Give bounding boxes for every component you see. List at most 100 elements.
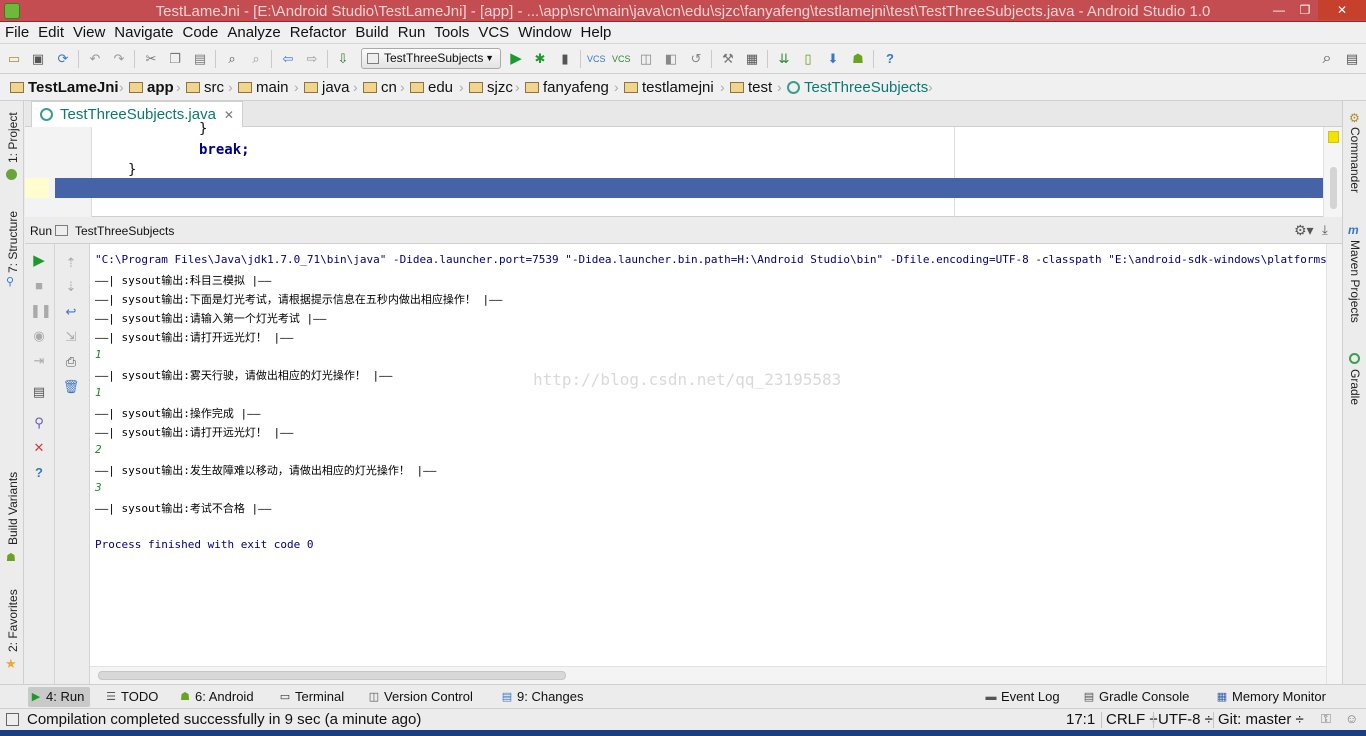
tool-favorites[interactable]: 2: Favorites bbox=[6, 589, 20, 652]
up-icon[interactable]: ⇡ bbox=[62, 254, 80, 272]
exit-icon[interactable]: ⇥ bbox=[30, 352, 48, 370]
down-icon[interactable]: ⇣ bbox=[62, 278, 80, 296]
console-vertical-scrollbar[interactable] bbox=[1326, 244, 1342, 684]
search-everywhere-icon[interactable]: ⌕ bbox=[1318, 50, 1336, 68]
save-icon[interactable]: ▣ bbox=[29, 50, 47, 68]
breadcrumb-class[interactable]: TestThreeSubjects bbox=[787, 78, 928, 97]
breadcrumb-app[interactable]: app bbox=[129, 78, 174, 97]
breadcrumb-edu[interactable]: edu bbox=[410, 78, 453, 97]
restore-layout-icon[interactable]: ▤ bbox=[30, 383, 48, 401]
tool-build-variants[interactable]: Build Variants bbox=[6, 472, 20, 545]
sdk-manager-icon[interactable]: ▦ bbox=[743, 50, 761, 68]
breadcrumb-test[interactable]: test bbox=[730, 78, 772, 97]
find-icon[interactable]: ⌕ bbox=[223, 50, 241, 68]
menu-file[interactable]: File bbox=[1, 22, 33, 43]
scroll-to-end-icon[interactable]: ⇲ bbox=[62, 328, 80, 346]
menu-window[interactable]: Window bbox=[514, 22, 575, 43]
tab-memory-monitor[interactable]: ▦ Memory Monitor bbox=[1214, 687, 1326, 707]
warning-marker[interactable] bbox=[1328, 131, 1339, 143]
avd-manager-icon[interactable]: ▯ bbox=[799, 50, 817, 68]
line-separator[interactable]: CRLF ÷ bbox=[1106, 711, 1158, 728]
scroll-thumb[interactable] bbox=[1330, 167, 1337, 209]
dump-threads-icon[interactable]: ◉ bbox=[30, 327, 48, 345]
vcs-revert-icon[interactable]: ↺ bbox=[687, 50, 705, 68]
restore-button[interactable]: ❐ bbox=[1292, 0, 1318, 20]
git-branch[interactable]: Git: master ÷ bbox=[1218, 711, 1304, 728]
tab-version-control[interactable]: ◫ Version Control bbox=[366, 687, 473, 707]
tool-project[interactable]: 1: Project bbox=[6, 112, 20, 163]
help-icon[interactable]: ? bbox=[881, 50, 899, 68]
editor-scrollbar[interactable] bbox=[1323, 127, 1342, 217]
project-structure-icon[interactable]: ⚒ bbox=[719, 50, 737, 68]
settings-icon[interactable]: ▤ bbox=[1343, 50, 1361, 68]
soft-wrap-icon[interactable]: ↩ bbox=[62, 303, 80, 321]
menu-view[interactable]: View bbox=[69, 22, 109, 43]
lock-icon[interactable]: ⚿ bbox=[1321, 711, 1331, 727]
tab-event-log[interactable]: ▬ Event Log bbox=[983, 687, 1060, 707]
redo-icon[interactable]: ↷ bbox=[110, 50, 128, 68]
vcs-update-icon[interactable]: VCS bbox=[587, 50, 606, 68]
menu-vcs[interactable]: VCS bbox=[474, 22, 513, 43]
make-icon[interactable]: ⇩ bbox=[334, 50, 352, 68]
tab-gradle-console[interactable]: ▤ Gradle Console bbox=[1081, 687, 1190, 707]
scroll-thumb[interactable] bbox=[98, 671, 566, 680]
gear-icon[interactable]: ⚙▾ bbox=[1294, 222, 1314, 239]
close-button[interactable]: ✕ bbox=[1318, 0, 1366, 20]
menu-refactor[interactable]: Refactor bbox=[286, 22, 351, 43]
menu-edit[interactable]: Edit bbox=[34, 22, 68, 43]
help-icon[interactable]: ? bbox=[30, 464, 48, 482]
pause-icon[interactable]: ❚❚ bbox=[30, 302, 52, 320]
breadcrumb-java[interactable]: java bbox=[304, 78, 350, 97]
tool-maven-projects[interactable]: Maven Projects bbox=[1348, 240, 1362, 323]
caret-position[interactable]: 17:1 bbox=[1066, 711, 1095, 728]
cut-icon[interactable]: ✂ bbox=[142, 50, 160, 68]
tab-changes[interactable]: ▤ 9: Changes bbox=[499, 687, 584, 707]
paste-icon[interactable]: ▤ bbox=[191, 50, 209, 68]
back-icon[interactable]: ⇦ bbox=[279, 50, 297, 68]
copy-icon[interactable]: ❐ bbox=[166, 50, 184, 68]
print-icon[interactable]: ⎙ bbox=[62, 353, 80, 371]
clear-all-icon[interactable]: 🗑 bbox=[62, 378, 80, 396]
android-device-monitor-icon[interactable]: ☗ bbox=[849, 50, 867, 68]
breadcrumb-src[interactable]: src bbox=[186, 78, 224, 97]
menu-code[interactable]: Code bbox=[178, 22, 222, 43]
breadcrumb-sjzc[interactable]: sjzc bbox=[469, 78, 513, 97]
menu-tools[interactable]: Tools bbox=[430, 22, 473, 43]
breadcrumb-project[interactable]: TestLameJni bbox=[10, 78, 119, 97]
tool-structure[interactable]: 7: Structure bbox=[6, 211, 20, 273]
run-config-selector[interactable]: TestThreeSubjects ▼ bbox=[361, 48, 501, 69]
pin-tab-icon[interactable]: ⚲ bbox=[30, 414, 48, 432]
close-tab-icon[interactable]: ✕ bbox=[224, 108, 234, 122]
debug-icon[interactable]: ✱ bbox=[531, 50, 549, 68]
sdk-download-icon[interactable]: ⬇ bbox=[824, 50, 842, 68]
tab-todo[interactable]: ☰ TODO bbox=[103, 687, 158, 707]
run-console[interactable]: http://blog.csdn.net/qq_23195583 "C:\Pro… bbox=[90, 244, 1326, 666]
rerun-icon[interactable]: ▶ bbox=[30, 252, 48, 270]
breadcrumb-main[interactable]: main bbox=[238, 78, 289, 97]
tool-gradle[interactable]: Gradle bbox=[1348, 369, 1362, 405]
minimize-button[interactable]: — bbox=[1266, 0, 1292, 20]
hide-icon[interactable]: ⤓ bbox=[1322, 222, 1328, 238]
tool-commander[interactable]: Commander bbox=[1348, 127, 1362, 193]
breadcrumb-testlamejni[interactable]: testlamejni bbox=[624, 78, 714, 97]
breadcrumb-cn[interactable]: cn bbox=[363, 78, 397, 97]
vcs-commit-icon[interactable]: VCS bbox=[612, 50, 631, 68]
tool-windows-toggle-icon[interactable] bbox=[6, 713, 19, 726]
run-tab[interactable]: TestThreeSubjects bbox=[55, 224, 174, 238]
gradle-sync-icon[interactable]: ⇊ bbox=[775, 50, 793, 68]
sync-icon[interactable]: ⟳ bbox=[54, 50, 72, 68]
tab-terminal[interactable]: ▭ Terminal bbox=[277, 687, 344, 707]
file-encoding[interactable]: UTF-8 ÷ bbox=[1158, 711, 1213, 728]
forward-icon[interactable]: ⇨ bbox=[303, 50, 321, 68]
undo-icon[interactable]: ↶ bbox=[86, 50, 104, 68]
vcs-history-icon[interactable]: ◧ bbox=[662, 50, 680, 68]
run-icon[interactable]: ▶ bbox=[507, 50, 525, 68]
vcs-compare-icon[interactable]: ◫ bbox=[637, 50, 655, 68]
editor-tab[interactable]: TestThreeSubjects.java ✕ bbox=[31, 101, 243, 127]
open-icon[interactable]: ▭ bbox=[5, 50, 23, 68]
menu-run[interactable]: Run bbox=[394, 22, 430, 43]
inspector-icon[interactable]: ☺ bbox=[1345, 711, 1358, 726]
attach-icon[interactable]: ▮ bbox=[556, 50, 574, 68]
close-icon[interactable]: ✕ bbox=[30, 439, 48, 457]
menu-help[interactable]: Help bbox=[577, 22, 616, 43]
